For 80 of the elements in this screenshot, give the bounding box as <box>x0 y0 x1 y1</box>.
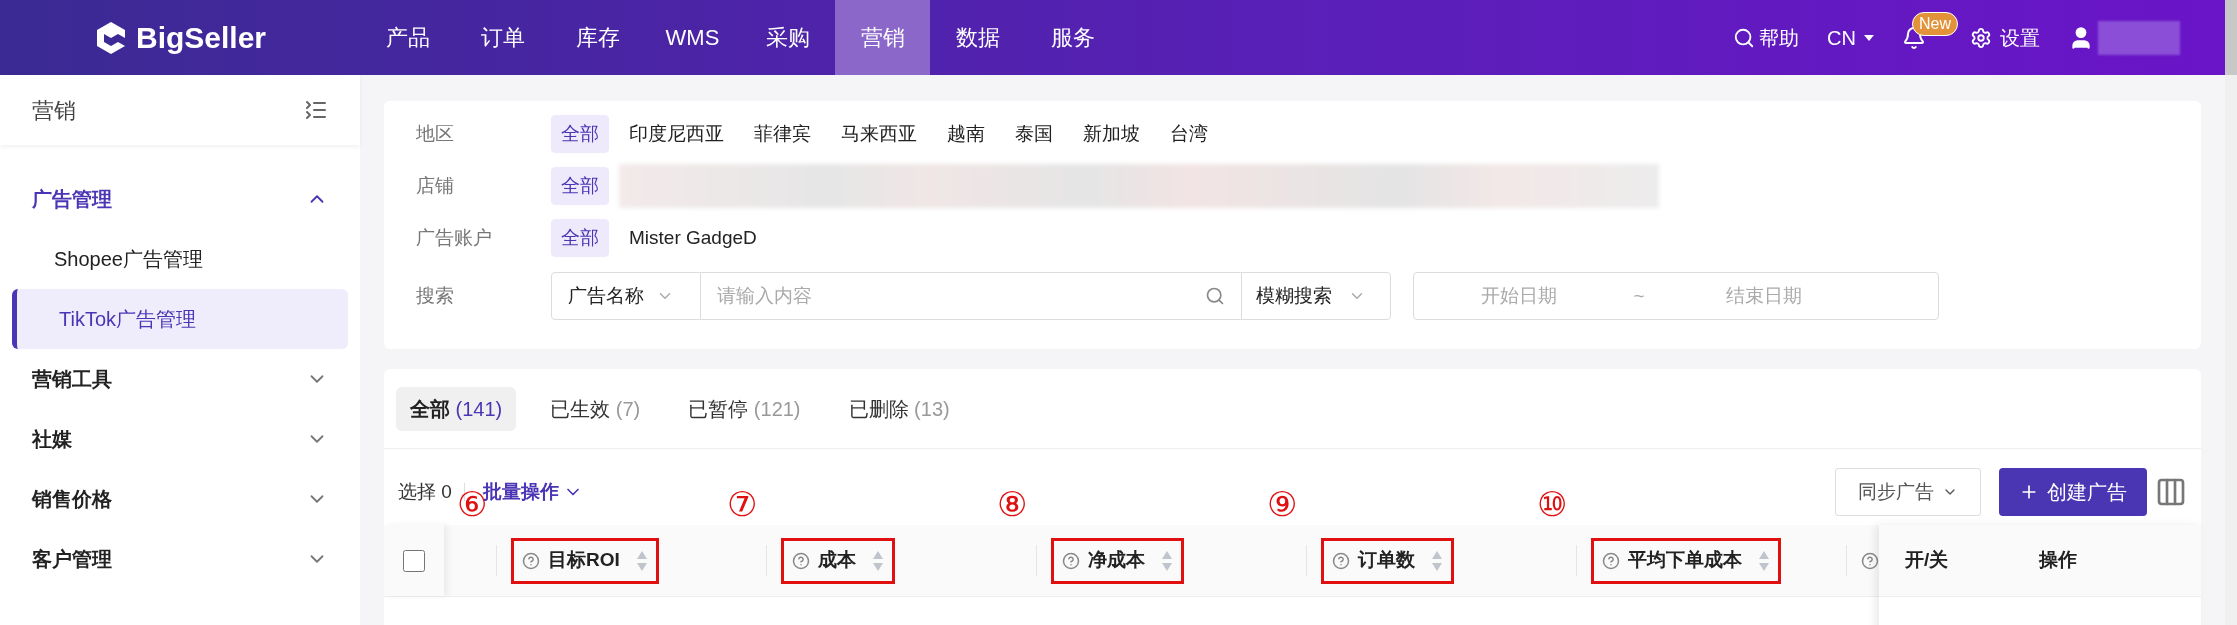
filter-label: 地区 <box>416 121 455 146</box>
column-header[interactable]: 成本 <box>781 537 895 584</box>
selected-count: 选择 0 <box>398 479 452 504</box>
search-input[interactable]: 请输入内容 <box>717 281 1205 311</box>
filter-option[interactable]: 马来西亚 <box>831 115 927 153</box>
nav-tab[interactable]: 产品 <box>360 0 455 75</box>
filter-option[interactable]: 新加坡 <box>1073 115 1150 153</box>
help-icon <box>522 551 540 570</box>
filter-option[interactable]: 菲律宾 <box>744 115 821 153</box>
annotation-number: ⑧ <box>997 487 1027 521</box>
sidebar-group[interactable]: 广告管理 <box>0 169 360 229</box>
brand-name: BigSeller <box>135 20 267 56</box>
sidebar-item[interactable]: TikTok广告管理 <box>12 289 348 349</box>
help-button[interactable]: 帮助 <box>1733 22 1800 53</box>
sidebar-title: 营销 <box>32 96 76 125</box>
annotation-number: ⑦ <box>727 487 757 521</box>
nav-tab[interactable]: 营销 <box>835 0 930 75</box>
filter-option[interactable]: 全部 <box>551 167 609 205</box>
settings-icon <box>1970 26 1992 49</box>
filter-option[interactable]: 泰国 <box>1005 115 1063 153</box>
sort-icon[interactable] <box>1431 549 1443 572</box>
sort-icon[interactable] <box>1758 549 1770 572</box>
help-icon <box>1332 551 1350 570</box>
search-field[interactable]: 请输入内容 <box>701 272 1241 320</box>
search-icon <box>1205 286 1225 306</box>
nav-tab[interactable]: 服务 <box>1025 0 1120 75</box>
filter-label: 搜索 <box>416 283 455 308</box>
status-tab[interactable]: 已暂停 (121) <box>674 386 815 431</box>
sidebar-group[interactable]: 销售价格 <box>0 469 360 529</box>
sidebar-item[interactable]: Shopee广告管理 <box>12 229 348 289</box>
caret-icon <box>1864 34 1874 41</box>
column-header: 开/关 <box>1904 548 1950 573</box>
filter-option[interactable]: Mister GadgeD <box>619 219 767 257</box>
settings-button[interactable]: 设置 <box>1970 22 2040 53</box>
column-header[interactable]: 平均下单成本 <box>1591 537 1781 584</box>
scrollbar[interactable] <box>2225 0 2237 75</box>
status-tab[interactable]: 已删除 (13) <box>834 386 964 431</box>
sort-icon[interactable] <box>872 549 884 572</box>
filter-option[interactable]: 全部 <box>551 115 609 153</box>
column-header[interactable]: 订单数 <box>1321 537 1454 584</box>
nav-tab[interactable]: WMS <box>645 0 740 75</box>
columns-icon[interactable] <box>2155 476 2187 508</box>
help-icon <box>1062 551 1080 570</box>
search-field-select[interactable]: 广告名称 <box>551 272 701 320</box>
new-badge: New <box>1912 11 1958 36</box>
range-separator: ~ <box>1632 283 1646 308</box>
language-select[interactable]: CN <box>1827 22 1874 53</box>
sidebar-group[interactable]: 客户管理 <box>0 529 360 589</box>
help-icon <box>1861 551 1879 570</box>
sidebar-group[interactable]: 社媒 <box>0 409 360 469</box>
status-tab[interactable]: 全部 (141) <box>396 386 517 431</box>
filter-option[interactable]: 印度尼西亚 <box>619 115 734 153</box>
filter-option[interactable]: 越南 <box>937 115 995 153</box>
sync-ads-button[interactable]: 同步广告 <box>1835 468 1981 516</box>
nav-tab[interactable]: 采购 <box>740 0 835 75</box>
filter-option[interactable]: 台湾 <box>1160 115 1218 153</box>
sort-icon[interactable] <box>1161 549 1173 572</box>
sort-icon[interactable] <box>635 549 648 572</box>
filter-label: 广告账户 <box>416 225 493 250</box>
nav-tab[interactable]: 数据 <box>930 0 1025 75</box>
end-date-input[interactable]: 结束日期 <box>1654 281 1874 311</box>
search-icon <box>1733 26 1756 49</box>
column-header[interactable]: 目标ROI <box>511 537 659 584</box>
column-header: 操作 <box>2037 548 2078 573</box>
help-icon <box>792 551 810 570</box>
annotation-number: ⑩ <box>1537 487 1567 521</box>
collapse-icon[interactable] <box>304 98 328 122</box>
filter-option[interactable]: 全部 <box>551 219 609 257</box>
search-mode-select[interactable]: 模糊搜索 <box>1241 272 1391 320</box>
sidebar-group[interactable]: 营销工具 <box>0 349 360 409</box>
column-header[interactable]: 净成本 <box>1051 537 1184 584</box>
nav-tab[interactable]: 订单 <box>455 0 550 75</box>
create-ad-button[interactable]: 创建广告 <box>1999 468 2147 516</box>
start-date-input[interactable]: 开始日期 <box>1414 281 1624 311</box>
nav-tab[interactable]: 库存 <box>550 0 645 75</box>
select-all-checkbox[interactable] <box>403 549 425 572</box>
annotation-number: ⑨ <box>1267 487 1297 521</box>
filter-label: 店铺 <box>416 173 455 198</box>
help-icon <box>1602 551 1620 570</box>
status-tab[interactable]: 已生效 (7) <box>536 386 655 431</box>
